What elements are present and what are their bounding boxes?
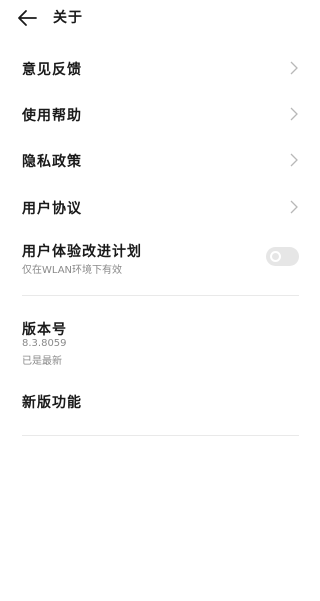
chevron-right-icon [290, 153, 298, 167]
chevron-right-icon [290, 200, 298, 214]
app-header: 关于 [0, 0, 320, 36]
chevron-right-icon [290, 107, 298, 121]
experience-program-label: 用户体验改进计划 [22, 244, 142, 260]
experience-program-toggle[interactable] [266, 247, 299, 266]
arrow-left-icon [18, 10, 37, 26]
menu-item-privacy[interactable]: 隐私政策 [0, 140, 320, 180]
version-status: 已是最新 [22, 356, 62, 367]
menu-item-feedback[interactable]: 意见反馈 [0, 48, 320, 88]
divider [22, 295, 299, 296]
experience-program-hint: 仅在WLAN环境下有效 [22, 265, 123, 276]
menu-item-label: 意见反馈 [22, 62, 82, 78]
menu-item-agreement[interactable]: 用户协议 [0, 187, 320, 227]
menu-item-label: 使用帮助 [22, 108, 82, 124]
page-title: 关于 [53, 10, 83, 26]
divider [22, 435, 299, 436]
menu-item-label: 隐私政策 [22, 154, 82, 170]
toggle-knob [270, 251, 281, 262]
version-number: 8.3.8059 [22, 338, 67, 349]
experience-program-row: 用户体验改进计划 仅在WLAN环境下有效 [0, 240, 320, 280]
back-button[interactable] [16, 8, 38, 28]
whats-new-label: 新版功能 [22, 395, 82, 411]
menu-item-help[interactable]: 使用帮助 [0, 94, 320, 134]
menu-item-label: 用户协议 [22, 201, 82, 217]
chevron-right-icon [290, 61, 298, 75]
whats-new-item[interactable]: 新版功能 [0, 385, 320, 417]
version-title: 版本号 [22, 322, 67, 338]
